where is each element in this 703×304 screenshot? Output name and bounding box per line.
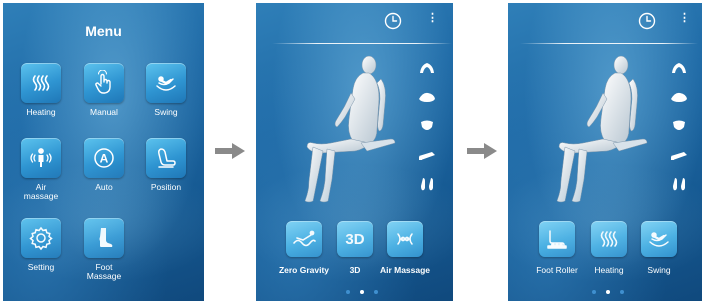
heat-waves-icon — [591, 221, 627, 257]
waist-icon[interactable] — [669, 119, 689, 135]
3d-tile-text: 3D — [345, 230, 365, 248]
body-figure-image — [556, 55, 648, 203]
body-figure-image — [304, 55, 396, 203]
swing-chair-icon — [146, 63, 186, 103]
right-arrow-icon — [467, 143, 497, 159]
swing-chair-icon — [641, 221, 677, 257]
page-dot[interactable] — [374, 290, 378, 294]
air-massage-button[interactable]: Air Massage — [374, 221, 436, 275]
feet-icon[interactable] — [417, 177, 437, 193]
menu-item-setting[interactable]: Setting — [11, 218, 71, 272]
air-massage-waves-icon — [387, 221, 423, 257]
page-dot-active[interactable] — [606, 290, 610, 294]
menu-item-heating[interactable]: Heating — [11, 63, 71, 117]
gear-icon — [21, 218, 61, 258]
menu-item-position[interactable]: Position — [136, 138, 196, 192]
page-dot[interactable] — [592, 290, 596, 294]
foot-roller-icon — [539, 221, 575, 257]
body-zone-icons — [669, 61, 689, 206]
menu-item-label: Setting — [27, 262, 55, 272]
massage-screen-page-2: ⋮ Foot Roller Heating Swing — [508, 3, 702, 301]
more-options-icon[interactable]: ⋮ — [427, 13, 438, 24]
page-indicator — [256, 290, 453, 296]
page-dot[interactable] — [346, 290, 350, 294]
shoulder-icon[interactable] — [417, 61, 437, 77]
page-dot[interactable] — [620, 290, 624, 294]
divider — [272, 43, 452, 44]
menu-item-label: Auto — [95, 182, 113, 192]
button-label: Air Massage — [379, 265, 431, 275]
back-icon[interactable] — [417, 90, 437, 106]
page-indicator — [508, 290, 702, 296]
shoulder-icon[interactable] — [669, 61, 689, 77]
seat-icon[interactable] — [669, 148, 689, 164]
menu-item-foot-massage[interactable]: Foot Massage — [74, 218, 134, 281]
position-chair-icon — [146, 138, 186, 178]
clock-icon[interactable] — [638, 12, 656, 30]
menu-item-manual[interactable]: Manual — [74, 63, 134, 117]
menu-title: Menu — [85, 23, 122, 39]
back-icon[interactable] — [669, 90, 689, 106]
auto-a-icon: A — [84, 138, 124, 178]
divider — [520, 43, 698, 44]
waist-icon[interactable] — [417, 119, 437, 135]
hand-touch-icon — [84, 63, 124, 103]
menu-item-label: Foot Massage — [86, 262, 122, 281]
3d-tile: 3D — [337, 221, 373, 257]
menu-screen: Menu Heating Manual Swing Air massage A … — [3, 3, 204, 301]
page-dot-active[interactable] — [360, 290, 364, 294]
air-massage-icon — [21, 138, 61, 178]
right-arrow-icon — [215, 143, 245, 159]
svg-text:A: A — [100, 152, 109, 166]
zero-gravity-icon — [286, 221, 322, 257]
swing-button[interactable]: Swing — [628, 221, 690, 275]
more-options-icon[interactable]: ⋮ — [679, 13, 690, 24]
clock-icon[interactable] — [384, 12, 402, 30]
foot-icon — [84, 218, 124, 258]
menu-item-label: Air massage — [23, 182, 59, 201]
body-zone-icons — [417, 61, 437, 206]
menu-item-label: Heating — [26, 107, 56, 117]
menu-item-label: Swing — [154, 107, 178, 117]
menu-item-air-massage[interactable]: Air massage — [11, 138, 71, 201]
heat-waves-icon — [21, 63, 61, 103]
menu-item-label: Manual — [90, 107, 118, 117]
massage-screen-page-1: ⋮ Zero Gravity 3D 3D Air Massage — [256, 3, 453, 301]
menu-item-label: Position — [150, 182, 182, 192]
menu-item-auto[interactable]: A Auto — [74, 138, 134, 192]
menu-item-swing[interactable]: Swing — [136, 63, 196, 117]
seat-icon[interactable] — [417, 148, 437, 164]
feet-icon[interactable] — [669, 177, 689, 193]
button-label: Swing — [647, 265, 671, 275]
